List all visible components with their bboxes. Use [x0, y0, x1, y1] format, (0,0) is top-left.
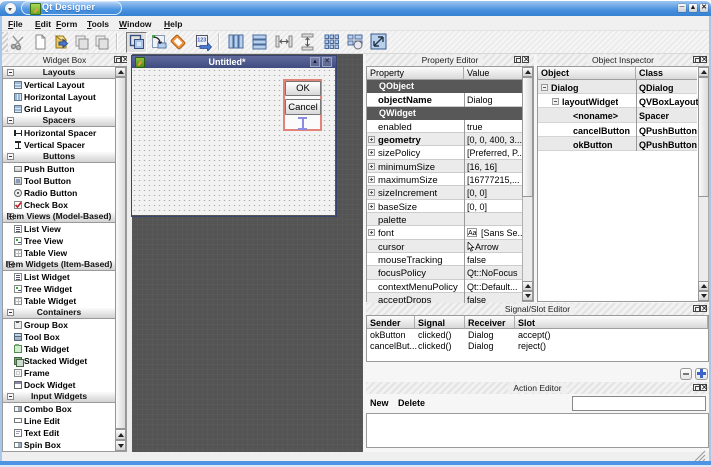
svg-text:123: 123 [197, 38, 206, 44]
